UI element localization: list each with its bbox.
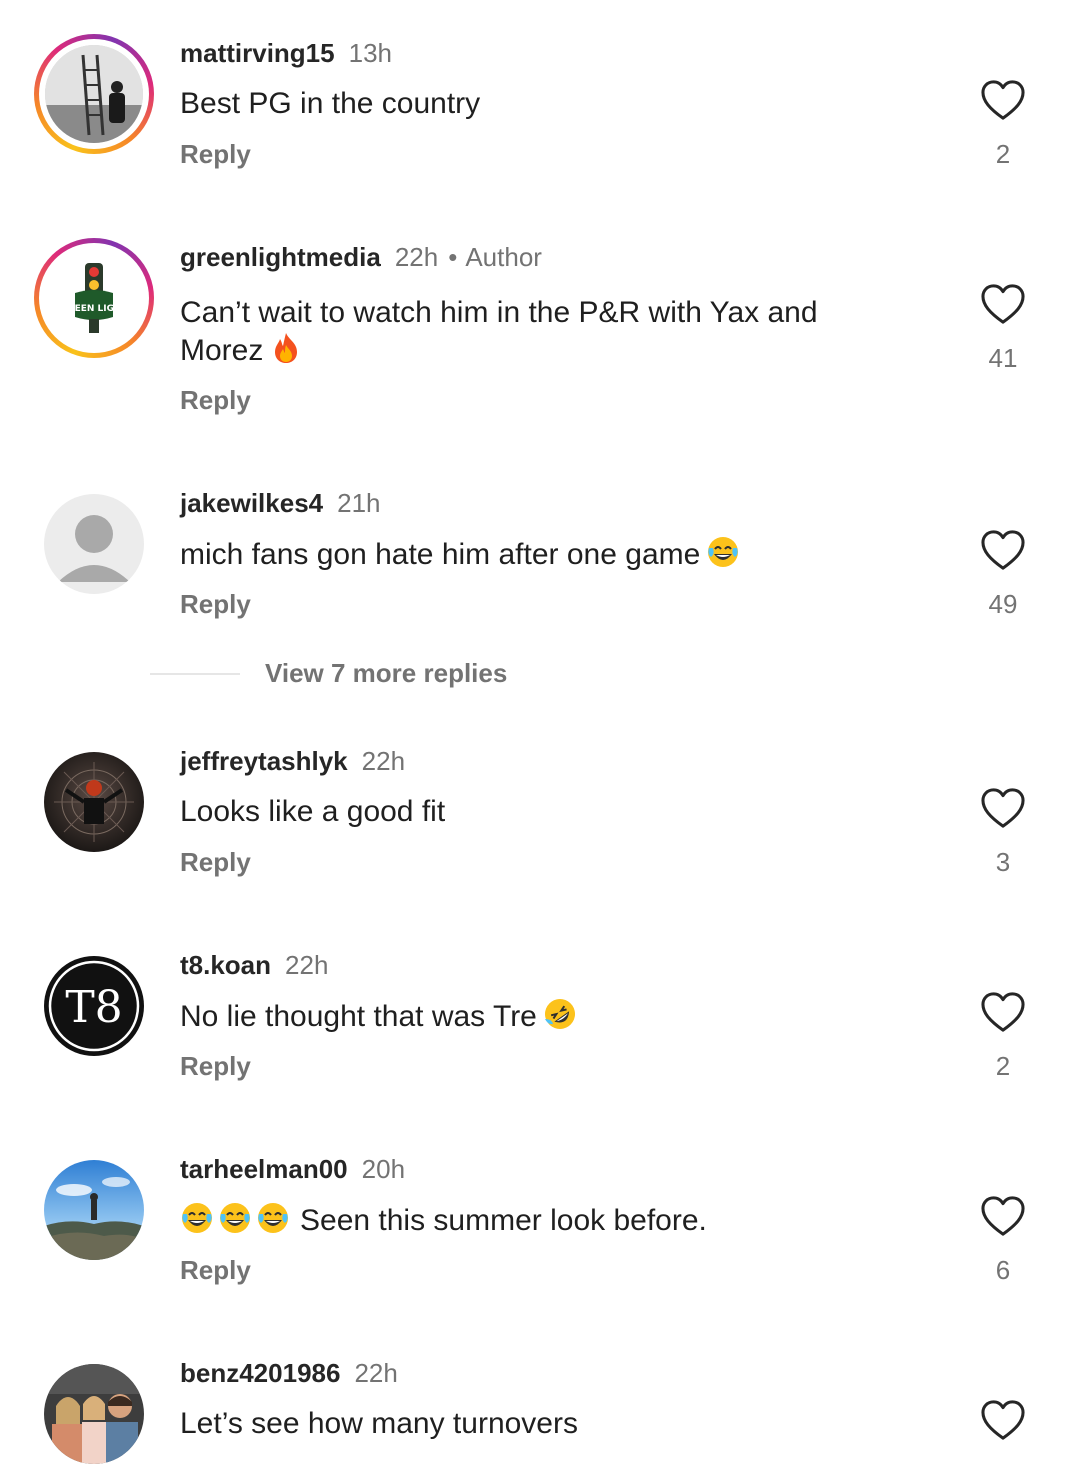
reply-button[interactable]: Reply [180, 385, 251, 416]
comment-meta: t8.koan 22h [180, 950, 328, 981]
avatar[interactable]: GREEN LIGHT [34, 238, 154, 358]
like-heart-icon[interactable] [980, 79, 1026, 121]
avatar[interactable] [44, 494, 144, 594]
comment-meta: jeffreytashlyk 22h [180, 746, 405, 777]
traffic-light-logo-icon: GREEN LIGHT [60, 263, 129, 333]
timestamp: 22h [394, 242, 439, 272]
avatar-photo [45, 45, 143, 143]
like-count: 6 [995, 1255, 1011, 1285]
like-count: 2 [995, 139, 1011, 169]
reply-button[interactable]: Reply [180, 139, 251, 170]
rolling-laughing-emoji-icon [543, 997, 577, 1031]
comment-text: mich fans gon hate him after one game [180, 535, 880, 573]
like-count: 49 [988, 589, 1018, 619]
tears-of-joy-emoji-icon [180, 1201, 214, 1235]
timestamp: 13h [348, 38, 392, 68]
comment-meta: tarheelman00 20h [180, 1154, 405, 1185]
username[interactable]: jeffreytashlyk [180, 746, 348, 776]
t8-logo-icon: T8 [46, 958, 142, 1054]
like-count: 2 [995, 1051, 1011, 1081]
comment-text: Can’t wait to watch him in the P&R with … [180, 294, 880, 369]
tears-of-joy-emoji-icon [218, 1201, 252, 1235]
timestamp: 22h [361, 746, 406, 776]
logo-text: T8 [65, 982, 122, 1033]
avatar-photo [44, 1160, 144, 1260]
replies-divider [150, 673, 240, 675]
comment-text: Seen this summer look before. [180, 1201, 880, 1239]
view-more-replies-button[interactable]: View 7 more replies [265, 658, 507, 689]
username[interactable]: greenlightmedia [180, 242, 381, 272]
comment-meta: benz4201986 22h [180, 1358, 398, 1389]
like-heart-icon[interactable] [980, 991, 1026, 1033]
reply-button[interactable]: Reply [180, 589, 251, 620]
username[interactable]: tarheelman00 [180, 1154, 348, 1184]
timestamp: 22h [354, 1358, 398, 1388]
timestamp: 20h [361, 1154, 406, 1184]
timestamp: 21h [337, 488, 381, 518]
comment-text: Looks like a good fit [180, 793, 880, 830]
like-heart-icon[interactable] [980, 283, 1026, 325]
reply-button[interactable]: Reply [180, 847, 251, 878]
comment-text: No lie thought that was Tre [180, 997, 880, 1035]
reply-button[interactable]: Reply [180, 1255, 251, 1286]
username[interactable]: jakewilkes4 [180, 488, 323, 518]
comment-body: Looks like a good fit [180, 795, 446, 828]
username[interactable]: t8.koan [180, 950, 271, 980]
avatar[interactable] [44, 1160, 144, 1260]
logo-text: GREEN LIGHT [60, 304, 128, 314]
avatar[interactable]: T8 [44, 956, 144, 1056]
comment-body: No lie thought that was Tre [180, 1000, 537, 1033]
separator-dot: • [448, 242, 458, 272]
comment-text: Let’s see how many turnovers [180, 1405, 880, 1442]
avatar[interactable] [44, 752, 144, 852]
like-heart-icon[interactable] [980, 529, 1026, 571]
comment-body: Best PG in the country [180, 87, 481, 120]
username[interactable]: benz4201986 [180, 1358, 340, 1388]
fire-emoji-icon [269, 331, 303, 365]
avatar-photo [44, 752, 144, 852]
like-heart-icon[interactable] [980, 1399, 1026, 1441]
avatar-photo [44, 1364, 144, 1464]
avatar[interactable] [44, 1364, 144, 1464]
avatar[interactable] [34, 34, 154, 154]
comment-body: Let’s see how many turnovers [180, 1407, 578, 1440]
like-count: 3 [995, 847, 1011, 877]
reply-button[interactable]: Reply [180, 1051, 251, 1082]
username[interactable]: mattirving15 [180, 38, 335, 68]
tears-of-joy-emoji-icon [256, 1201, 290, 1235]
tears-of-joy-emoji-icon [706, 535, 740, 569]
author-badge: Author [465, 242, 542, 272]
comment-text: Best PG in the country [180, 85, 880, 122]
like-heart-icon[interactable] [980, 787, 1026, 829]
comment-body: Seen this summer look before. [300, 1204, 707, 1237]
timestamp: 22h [285, 950, 329, 980]
like-heart-icon[interactable] [980, 1195, 1026, 1237]
comment-meta: greenlightmedia 22h • Author [180, 242, 542, 273]
like-count: 41 [988, 343, 1018, 373]
comment-meta: mattirving15 13h [180, 38, 392, 69]
comment-meta: jakewilkes4 21h [180, 488, 381, 519]
comment-body: mich fans gon hate him after one game [180, 538, 701, 571]
default-user-icon [58, 515, 130, 582]
